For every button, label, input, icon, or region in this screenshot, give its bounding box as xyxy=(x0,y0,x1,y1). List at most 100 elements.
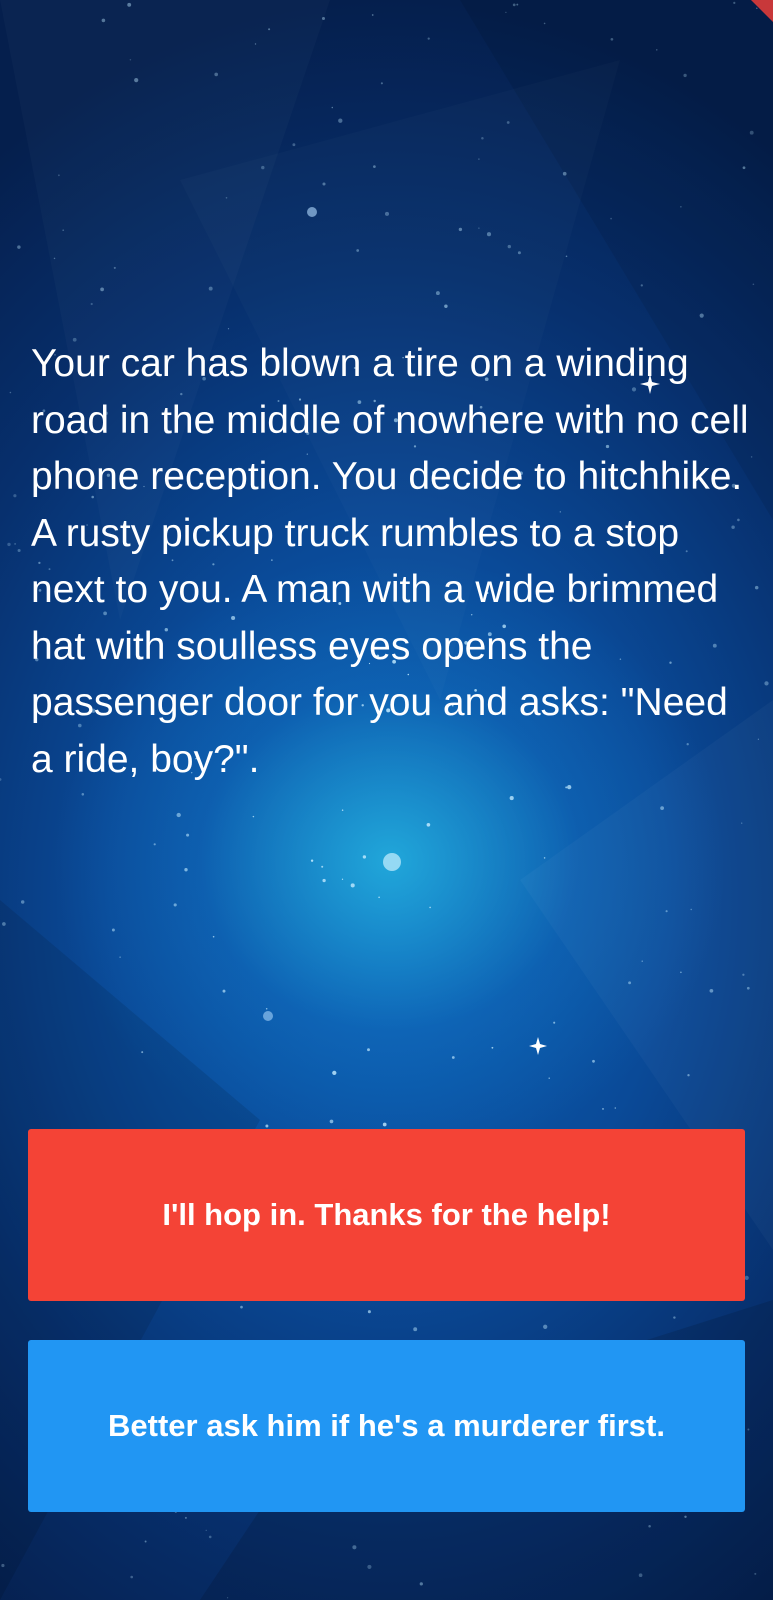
star xyxy=(638,1573,643,1578)
star xyxy=(378,896,380,899)
star xyxy=(310,859,314,862)
star xyxy=(14,543,16,545)
star xyxy=(367,1310,371,1314)
star xyxy=(384,211,390,216)
star xyxy=(744,1275,749,1280)
star xyxy=(665,910,668,913)
star xyxy=(226,1597,229,1599)
star xyxy=(367,1564,372,1569)
star xyxy=(265,1124,269,1128)
star xyxy=(62,229,65,232)
star xyxy=(592,1059,595,1063)
star xyxy=(371,14,374,16)
star xyxy=(747,1428,750,1431)
star xyxy=(7,542,11,547)
choice-button-hop-in[interactable]: I'll hop in. Thanks for the help! xyxy=(28,1129,745,1301)
choice-button-ask-murderer[interactable]: Better ask him if he's a murderer first. xyxy=(28,1340,745,1512)
star xyxy=(429,906,431,909)
star xyxy=(543,22,546,25)
star xyxy=(356,249,360,252)
star xyxy=(451,1056,455,1059)
star xyxy=(144,1540,147,1543)
star xyxy=(660,806,664,810)
star xyxy=(338,118,343,123)
star xyxy=(227,328,230,330)
star xyxy=(507,244,511,249)
star xyxy=(90,302,93,306)
star xyxy=(205,1529,207,1531)
star xyxy=(754,585,759,590)
star xyxy=(130,1575,134,1579)
star xyxy=(265,1007,268,1010)
star xyxy=(478,227,480,229)
star xyxy=(53,257,56,260)
star xyxy=(184,1516,187,1519)
star xyxy=(742,166,746,170)
game-screen: Your car has blown a tire on a winding r… xyxy=(0,0,773,1600)
star xyxy=(13,494,17,498)
star xyxy=(458,227,463,232)
star xyxy=(683,73,687,78)
star xyxy=(543,857,546,859)
star xyxy=(426,822,431,827)
star xyxy=(341,809,344,811)
star xyxy=(628,981,632,985)
star xyxy=(610,217,612,220)
star xyxy=(680,971,682,974)
star xyxy=(119,956,121,958)
star xyxy=(222,989,226,993)
star xyxy=(0,778,2,781)
star xyxy=(362,855,367,859)
star xyxy=(553,1021,556,1024)
star xyxy=(548,1077,550,1079)
star xyxy=(517,251,521,255)
star xyxy=(610,37,614,41)
star xyxy=(733,1,736,5)
star xyxy=(292,143,296,147)
star xyxy=(173,903,177,907)
star xyxy=(240,1305,243,1309)
star xyxy=(9,391,12,394)
star xyxy=(17,548,21,553)
star xyxy=(491,1046,494,1049)
star xyxy=(254,43,257,45)
star xyxy=(752,283,755,286)
star xyxy=(750,456,753,458)
star xyxy=(350,883,355,888)
star xyxy=(486,232,492,237)
star xyxy=(413,1327,418,1332)
star xyxy=(602,1107,604,1110)
star xyxy=(380,82,383,85)
star xyxy=(427,37,430,40)
star xyxy=(543,1324,548,1329)
star xyxy=(506,121,510,124)
star xyxy=(321,865,324,868)
star xyxy=(562,171,567,176)
star xyxy=(690,908,692,911)
star xyxy=(509,796,514,801)
star xyxy=(332,1070,337,1076)
star xyxy=(481,136,484,140)
star xyxy=(208,286,213,291)
star xyxy=(709,988,714,993)
story-text: Your car has blown a tire on a winding r… xyxy=(31,342,749,781)
star xyxy=(754,1572,757,1575)
star xyxy=(101,18,106,23)
star xyxy=(129,59,132,61)
star xyxy=(742,973,745,976)
star xyxy=(2,922,6,926)
star xyxy=(648,1524,651,1528)
star xyxy=(640,284,643,287)
sparkle-icon xyxy=(529,1037,547,1055)
star xyxy=(321,16,326,21)
star xyxy=(382,1122,387,1127)
star xyxy=(141,1051,144,1054)
star xyxy=(516,3,519,6)
star xyxy=(373,165,376,168)
star xyxy=(478,158,480,160)
star xyxy=(512,3,516,7)
star xyxy=(252,815,255,818)
glow-orb xyxy=(263,1011,273,1021)
star xyxy=(746,986,750,990)
star xyxy=(329,1119,334,1124)
